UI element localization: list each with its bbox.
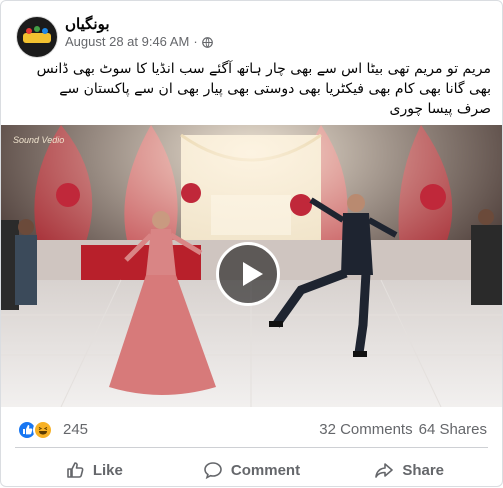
post-actions: Like Comment Share <box>15 452 488 488</box>
share-label: Share <box>402 461 445 479</box>
post-message: مریم تو مریم تھی بیٹا اس سے بھی چار ہاتھ… <box>13 59 491 119</box>
avatar-dot <box>34 26 40 32</box>
post-text-line: صرف پیسا چوری <box>389 101 491 117</box>
thumbs-up-icon <box>67 462 84 478</box>
globe-icon <box>201 36 213 48</box>
post-meta: August 28 at 9:46 AM · <box>65 34 213 49</box>
play-button[interactable] <box>216 242 280 306</box>
meta-separator: · <box>193 34 198 49</box>
comments-count[interactable]: 32 Comments <box>319 421 412 438</box>
post-text-line: بھی گانا بھی کام بھی فیکٹریا بھی دوستی ب… <box>59 81 491 97</box>
post-timestamp[interactable]: August 28 at 9:46 AM <box>65 34 189 49</box>
like-button[interactable]: Like <box>15 452 173 488</box>
haha-reaction-icon[interactable] <box>33 420 53 440</box>
comment-button[interactable]: Comment <box>173 452 331 488</box>
avatar-logo-shape <box>23 33 51 43</box>
share-arrow-icon <box>375 463 394 478</box>
post-text-line: مریم تو مریم تھی بیٹا اس سے بھی چار ہاتھ… <box>36 61 491 77</box>
page-name[interactable]: بونگیاں <box>65 15 110 33</box>
post-card: بونگیاں August 28 at 9:46 AM · مریم تو م… <box>0 0 503 487</box>
comment-share-counts: 32 Comments 64 Shares <box>319 421 487 438</box>
share-button[interactable]: Share <box>330 452 488 488</box>
reaction-count[interactable]: 245 <box>63 421 88 438</box>
page-avatar[interactable] <box>16 16 58 58</box>
avatar-dot <box>26 28 32 34</box>
play-icon <box>243 262 263 286</box>
shares-count[interactable]: 64 Shares <box>419 421 487 438</box>
video-watermark: Sound Vedio <box>13 135 65 145</box>
comment-label: Comment <box>230 461 301 479</box>
actions-divider <box>15 447 488 448</box>
like-label: Like <box>92 461 123 479</box>
avatar-dot <box>42 28 48 34</box>
engagement-bar: 245 32 Comments 64 Shares <box>17 418 487 442</box>
comment-icon <box>204 462 222 480</box>
